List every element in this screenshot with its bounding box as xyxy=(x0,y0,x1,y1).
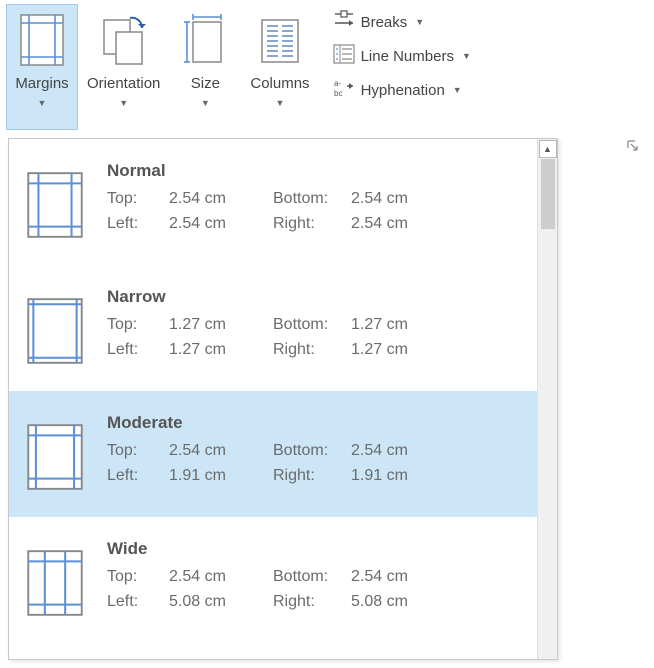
scrollbar[interactable]: ▲ xyxy=(537,139,557,659)
margins-icon xyxy=(20,11,64,69)
svg-text:a-: a- xyxy=(334,79,341,88)
line-numbers-icon xyxy=(333,44,355,68)
bottom-value: 1.27 cm xyxy=(351,313,429,338)
right-label: Right: xyxy=(273,464,351,489)
margin-preset-icon xyxy=(27,167,83,243)
right-label: Right: xyxy=(273,590,351,615)
bottom-value: 2.54 cm xyxy=(351,187,429,212)
right-label: Right: xyxy=(273,212,351,237)
orientation-label: Orientation xyxy=(87,75,160,92)
margin-preset-text: Wide Top:2.54 cm Bottom:2.54 cm Left:5.0… xyxy=(107,539,519,615)
left-label: Left: xyxy=(107,464,169,489)
top-value: 1.27 cm xyxy=(169,313,259,338)
margin-preset-text: Narrow Top:1.27 cm Bottom:1.27 cm Left:1… xyxy=(107,287,519,363)
breaks-button[interactable]: Breaks ▼ xyxy=(329,8,475,36)
bottom-label: Bottom: xyxy=(273,187,351,212)
preset-name: Moderate xyxy=(107,413,519,433)
margins-button[interactable]: Margins ▼ xyxy=(6,4,78,130)
left-label: Left: xyxy=(107,338,169,363)
top-label: Top: xyxy=(107,187,169,212)
columns-icon xyxy=(258,11,302,69)
margins-label: Margins xyxy=(15,75,68,92)
ribbon: Margins ▼ Orientation ▼ xyxy=(0,0,654,138)
top-value: 2.54 cm xyxy=(169,187,259,212)
margin-preset-text: Moderate Top:2.54 cm Bottom:2.54 cm Left… xyxy=(107,413,519,489)
right-value: 5.08 cm xyxy=(351,590,429,615)
hyphenation-icon: a- bc xyxy=(333,78,355,102)
right-label: Right: xyxy=(273,338,351,363)
left-value: 5.08 cm xyxy=(169,590,259,615)
dropdown-arrow-icon: ▼ xyxy=(38,98,47,108)
margin-preset-normal[interactable]: Normal Top:2.54 cm Bottom:2.54 cm Left:2… xyxy=(9,139,537,265)
size-icon xyxy=(183,11,227,69)
hyphenation-label: Hyphenation xyxy=(361,82,445,99)
columns-label: Columns xyxy=(250,75,309,92)
margin-preset-wide[interactable]: Wide Top:2.54 cm Bottom:2.54 cm Left:5.0… xyxy=(9,517,537,643)
margin-preset-moderate[interactable]: Moderate Top:2.54 cm Bottom:2.54 cm Left… xyxy=(9,391,537,517)
left-value: 2.54 cm xyxy=(169,212,259,237)
scroll-up-button[interactable]: ▲ xyxy=(539,140,557,158)
margin-preset-narrow[interactable]: Narrow Top:1.27 cm Bottom:1.27 cm Left:1… xyxy=(9,265,537,391)
size-button[interactable]: Size ▼ xyxy=(169,4,241,130)
left-label: Left: xyxy=(107,590,169,615)
bottom-label: Bottom: xyxy=(273,565,351,590)
dialog-launcher-icon[interactable] xyxy=(626,139,640,156)
dropdown-arrow-icon: ▼ xyxy=(201,98,210,108)
breaks-icon xyxy=(333,10,355,34)
orientation-icon xyxy=(100,11,148,69)
top-value: 2.54 cm xyxy=(169,439,259,464)
right-value: 1.27 cm xyxy=(351,338,429,363)
preset-name: Normal xyxy=(107,161,519,181)
line-numbers-label: Line Numbers xyxy=(361,48,454,65)
size-label: Size xyxy=(191,75,220,92)
margin-preset-icon xyxy=(27,419,83,495)
left-label: Left: xyxy=(107,212,169,237)
hyphenation-button[interactable]: a- bc Hyphenation ▼ xyxy=(329,76,475,104)
bottom-value: 2.54 cm xyxy=(351,565,429,590)
dropdown-arrow-icon: ▼ xyxy=(119,98,128,108)
left-value: 1.27 cm xyxy=(169,338,259,363)
top-label: Top: xyxy=(107,313,169,338)
bottom-label: Bottom: xyxy=(273,313,351,338)
top-value: 2.54 cm xyxy=(169,565,259,590)
orientation-button[interactable]: Orientation ▼ xyxy=(78,4,169,130)
margin-preset-text: Normal Top:2.54 cm Bottom:2.54 cm Left:2… xyxy=(107,161,519,237)
preset-name: Narrow xyxy=(107,287,519,307)
right-value: 2.54 cm xyxy=(351,212,429,237)
margin-preset-icon xyxy=(27,545,83,621)
top-label: Top: xyxy=(107,565,169,590)
margins-dropdown: Normal Top:2.54 cm Bottom:2.54 cm Left:2… xyxy=(8,138,558,660)
dropdown-arrow-icon: ▼ xyxy=(462,51,471,61)
dropdown-arrow-icon: ▼ xyxy=(276,98,285,108)
top-label: Top: xyxy=(107,439,169,464)
preset-name: Wide xyxy=(107,539,519,559)
line-numbers-button[interactable]: Line Numbers ▼ xyxy=(329,42,475,70)
margin-preset-icon xyxy=(27,293,83,369)
margins-preset-list: Normal Top:2.54 cm Bottom:2.54 cm Left:2… xyxy=(9,139,537,659)
dropdown-arrow-icon: ▼ xyxy=(415,17,424,27)
right-value: 1.91 cm xyxy=(351,464,429,489)
bottom-value: 2.54 cm xyxy=(351,439,429,464)
dropdown-arrow-icon: ▼ xyxy=(453,85,462,95)
left-value: 1.91 cm xyxy=(169,464,259,489)
breaks-label: Breaks xyxy=(361,14,408,31)
bottom-label: Bottom: xyxy=(273,439,351,464)
scroll-thumb[interactable] xyxy=(541,159,555,229)
small-commands-group: Breaks ▼ Line Numbers ▼ xyxy=(325,4,479,108)
svg-text:bc: bc xyxy=(334,89,342,98)
columns-button[interactable]: Columns ▼ xyxy=(241,4,318,130)
